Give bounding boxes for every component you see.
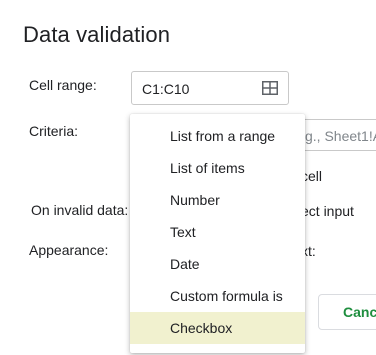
cancel-button-label: Canc [343, 304, 376, 320]
menu-item-number[interactable]: Number [130, 184, 305, 216]
menu-item-list-from-range[interactable]: List from a range [130, 120, 305, 152]
cell-range-label: Cell range: [29, 77, 97, 93]
criteria-dropdown-menu: List from a range List of items Number T… [130, 114, 305, 353]
criteria-label: Criteria: [29, 123, 79, 139]
dialog-title: Data validation [23, 22, 171, 47]
menu-item-text[interactable]: Text [130, 216, 305, 248]
appearance-label: Appearance: [29, 242, 109, 258]
data-validation-dialog: Data validation Cell range: C1:C10 Crite… [0, 0, 376, 355]
cancel-button[interactable]: Canc [318, 294, 376, 330]
menu-item-date[interactable]: Date [130, 248, 305, 280]
criteria-range-placeholder: g., Sheet1!A2 [305, 128, 376, 144]
grid-select-icon[interactable] [262, 81, 278, 95]
menu-item-checkbox[interactable]: Checkbox [130, 312, 305, 344]
cell-range-input[interactable]: C1:C10 [131, 71, 289, 105]
reject-input-text: ect input [301, 203, 354, 219]
on-invalid-data-label: On invalid data: [31, 202, 129, 218]
menu-item-custom-formula[interactable]: Custom formula is [130, 280, 305, 312]
menu-item-list-of-items[interactable]: List of items [130, 152, 305, 184]
cell-range-value: C1:C10 [142, 81, 190, 97]
